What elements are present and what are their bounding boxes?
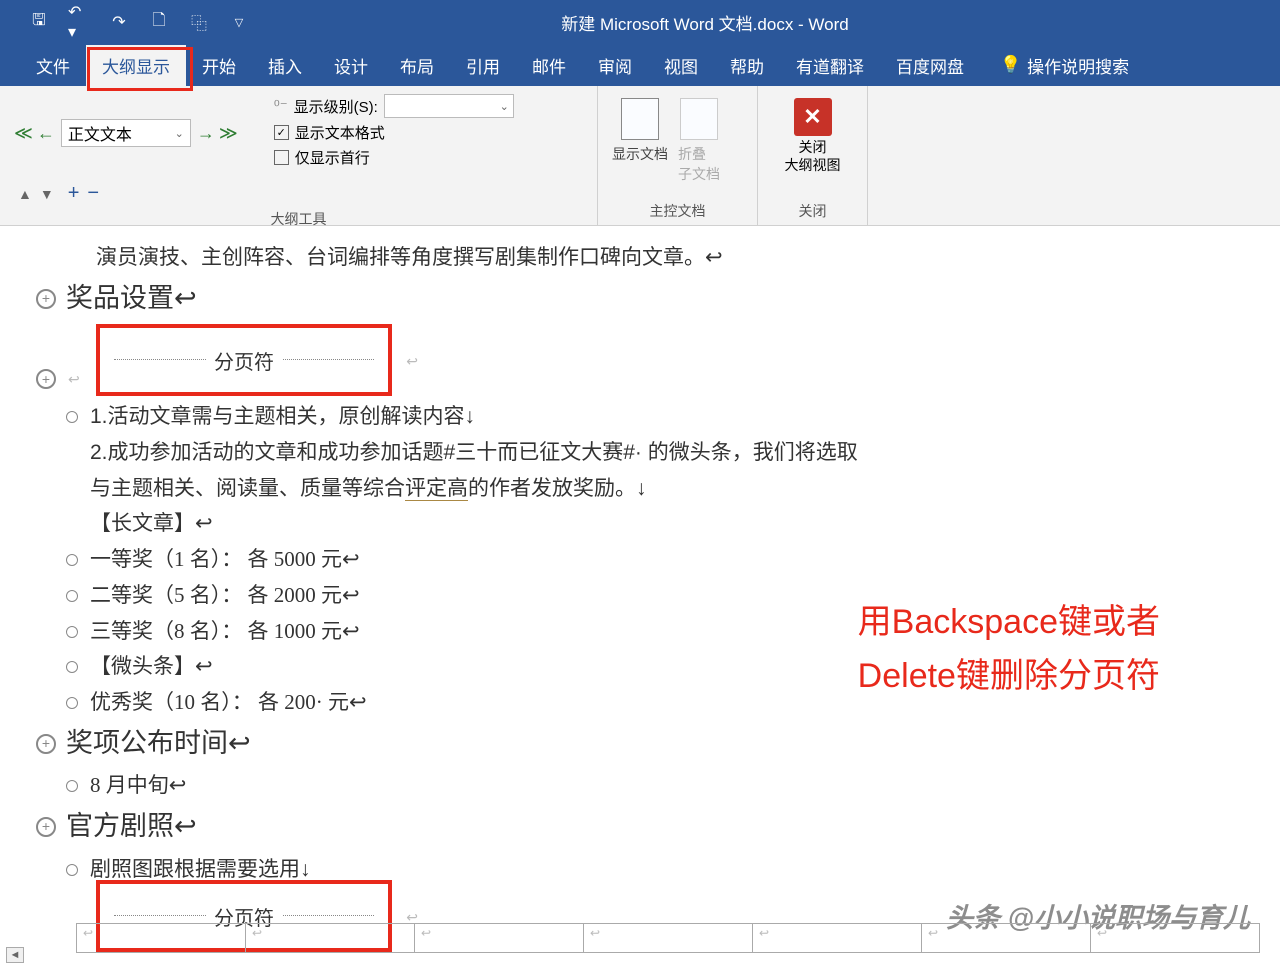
paragraph-mark-icon: ↩	[406, 350, 418, 374]
outline-level-select[interactable]: 正文文本 ⌄	[61, 119, 191, 147]
annotation-text: 用Backspace键或者 Delete键删除分页符	[858, 595, 1160, 704]
highlight-box-pagebreak: 分页符 ↩	[96, 324, 392, 396]
heading: 官方剧照↩	[66, 804, 197, 850]
lightbulb-icon: 💡	[1000, 55, 1021, 75]
tab-help[interactable]: 帮助	[714, 45, 780, 86]
window-title: 新建 Microsoft Word 文档.docx - Word	[130, 10, 1280, 35]
tab-view[interactable]: 视图	[648, 45, 714, 86]
first-line-only-checkbox[interactable]	[274, 150, 289, 165]
tab-mailings[interactable]: 邮件	[516, 45, 582, 86]
bullet-icon	[66, 590, 78, 602]
heading: 奖项公布时间↩	[66, 721, 251, 767]
expand-heading-icon[interactable]: +	[36, 734, 56, 754]
heading: 奖品设置↩	[66, 276, 197, 322]
body-line: 8 月中旬↩	[90, 768, 186, 804]
body-line: 优秀奖（10 名）： 各 200· 元↩	[90, 685, 367, 721]
subdoc-icon	[680, 98, 718, 140]
bullet-icon	[66, 661, 78, 673]
tell-me-search[interactable]: 💡 操作说明搜索	[1000, 53, 1129, 78]
body-line: 【长文章】↩	[90, 506, 213, 542]
show-text-format-checkbox[interactable]: ✓	[274, 125, 289, 140]
group-outline-tools: 大纲工具	[14, 205, 583, 229]
tab-baidu[interactable]: 百度网盘	[880, 45, 980, 86]
body-line: 1.活动文章需与主题相关，原创解读内容↓2.成功参加活动的文章和成功参加话题#三…	[90, 399, 870, 506]
document-body[interactable]: 演员演技、主创阵容、台词编排等角度撰写剧集制作口碑向文章。↩ + 奖品设置↩ 分…	[0, 226, 1280, 952]
body-line: 三等奖（8 名）： 各 1000 元↩	[90, 614, 360, 650]
table-row[interactable]: ↩↩↩↩↩↩↩	[76, 923, 1260, 953]
redo-icon[interactable]: ↷	[108, 11, 130, 33]
close-icon: ✕	[794, 98, 832, 136]
body-line: 二等奖（5 名）： 各 2000 元↩	[90, 578, 360, 614]
show-level-select[interactable]: ⌄	[384, 94, 514, 118]
tab-references[interactable]: 引用	[450, 45, 516, 86]
save-icon[interactable]: 🖫	[28, 11, 50, 33]
promote-all-icon[interactable]: ≪	[14, 123, 33, 144]
bullet-icon	[66, 780, 78, 792]
group-close: 关闭	[772, 197, 853, 221]
chevron-down-icon: ⌄	[500, 100, 509, 113]
tab-home[interactable]: 开始	[186, 45, 252, 86]
move-down-icon[interactable]: ▼	[40, 186, 54, 202]
expand-icon[interactable]: +	[68, 182, 80, 205]
demote-all-icon[interactable]: ≫	[219, 123, 238, 144]
move-up-icon[interactable]: ▲	[18, 186, 32, 202]
body-line: 【微头条】↩	[90, 649, 213, 685]
document-icon	[621, 98, 659, 140]
tab-design[interactable]: 设计	[318, 45, 384, 86]
undo-icon[interactable]: ↶ ▾	[68, 11, 90, 33]
tab-outline[interactable]: 大纲显示	[86, 45, 186, 86]
chevron-down-icon: ⌄	[175, 127, 184, 140]
tab-file[interactable]: 文件	[20, 45, 86, 86]
show-document-button[interactable]: 显示文档	[612, 98, 668, 164]
close-outline-button[interactable]: ✕ 关闭大纲视图	[772, 94, 853, 174]
scroll-left-button[interactable]: ◄	[6, 947, 24, 963]
expand-heading-icon[interactable]: +	[36, 289, 56, 309]
tab-review[interactable]: 审阅	[582, 45, 648, 86]
tab-insert[interactable]: 插入	[252, 45, 318, 86]
bullet-icon	[66, 411, 78, 423]
bullet-icon	[66, 626, 78, 638]
body-line: 演员演技、主创阵容、台词编排等角度撰写剧集制作口碑向文章。↩	[96, 240, 876, 276]
bullet-icon	[66, 697, 78, 709]
bullet-icon	[66, 864, 78, 876]
body-line: 一等奖（1 名）： 各 5000 元↩	[90, 542, 360, 578]
show-level-icon: ⁰⁻	[274, 97, 288, 115]
page-break-label: 分页符	[206, 346, 282, 380]
collapse-icon[interactable]: −	[87, 182, 99, 205]
group-master-doc: 主控文档	[612, 197, 743, 221]
tab-youdao[interactable]: 有道翻译	[780, 45, 880, 86]
collapse-subdoc-button: 折叠子文档	[678, 98, 720, 184]
tab-layout[interactable]: 布局	[384, 45, 450, 86]
bullet-icon	[66, 554, 78, 566]
expand-heading-icon[interactable]: +	[36, 817, 56, 837]
promote-icon[interactable]: ←	[37, 123, 55, 144]
demote-icon[interactable]: →	[197, 123, 215, 144]
